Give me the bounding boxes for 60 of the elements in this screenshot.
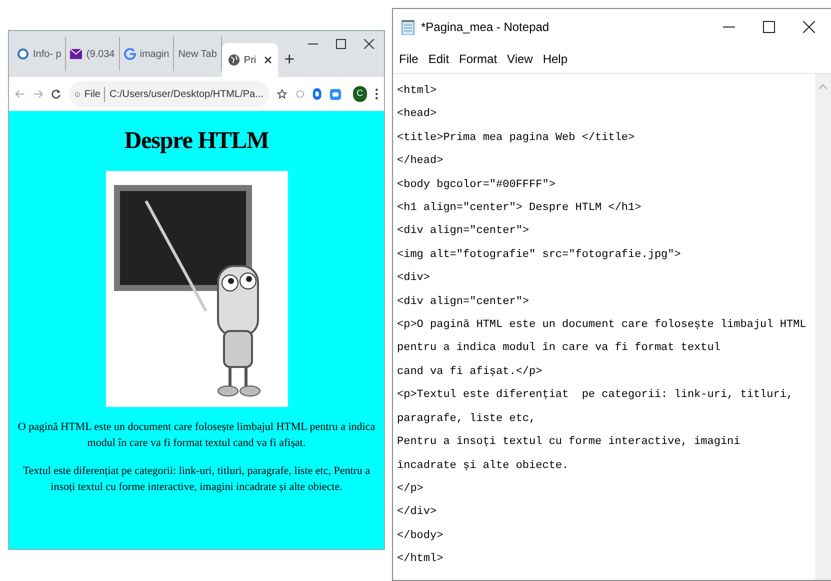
code-line: </p> (397, 482, 424, 497)
tab-title: New Tab (178, 48, 217, 62)
code-line: <head> (397, 107, 437, 122)
browser-tab[interactable]: Pri (222, 43, 278, 77)
scheme-label: File (84, 86, 106, 102)
browser-tab[interactable]: Info- p (13, 37, 66, 71)
menu-item[interactable]: File (399, 50, 418, 68)
profile-avatar[interactable]: C (353, 86, 367, 102)
browser-tab[interactable]: imagin (120, 37, 174, 71)
browser-tab[interactable]: (9.034 (66, 37, 120, 71)
tab-title: Info- p (33, 48, 62, 62)
menu-item[interactable]: Edit (428, 50, 450, 68)
close-icon[interactable] (364, 39, 374, 49)
window-title: *Pagina_mea - Notepad (421, 19, 550, 36)
code-line: încadrate și alte obiecte. (397, 458, 569, 474)
reload-icon[interactable] (51, 88, 62, 100)
code-line: </div> (397, 505, 437, 520)
google-icon (124, 48, 136, 60)
code-line: paragrafe, liste etc, (397, 412, 536, 427)
address-bar[interactable]: File C:/Users/user/Desktop/HTML/Pa... (69, 81, 270, 107)
notepad-icon (401, 19, 415, 35)
site-icon (17, 48, 29, 60)
close-icon[interactable] (803, 21, 815, 33)
more-menu-icon[interactable] (374, 87, 378, 101)
tab-title: Pri (244, 54, 256, 68)
menu-item[interactable]: View (507, 50, 533, 68)
extension-icon[interactable] (312, 87, 322, 101)
maximize-icon[interactable] (336, 39, 346, 49)
code-line: Pentru a însoți textul cu forme interactive, imagini (397, 435, 740, 450)
new-tab-button[interactable]: + (284, 50, 295, 68)
page-paragraph: O pagină HTML este un document care folosește limbajul HTML pentru a indica modul în care va fi format textul cand va fi afișat. (16, 420, 376, 451)
tab-title: (9.034 (86, 48, 115, 62)
globe-icon (228, 54, 240, 66)
code-line: <div> (397, 271, 430, 286)
code-line: cand va fi afișat.</p> (397, 364, 542, 380)
mail-icon (70, 49, 82, 59)
page-paragraph: Textul este diferențiat pe categorii: link-uri, titluri, paragrafe, liste etc, Pentru a insoți textul cu forme interactive, imagini incadrate și alte obiecte. (22, 464, 372, 495)
code-line: <body bgcolor="#00FFFF"> (397, 178, 556, 193)
close-icon[interactable] (264, 56, 272, 64)
code-line: <title>Prima mea pagina Web </title> (397, 130, 635, 146)
code-line: <div align="center"> (397, 294, 530, 310)
code-line: <p>O pagină HTML este un document care folosește limbajul HTML (397, 318, 806, 334)
url-text: C:/Users/user/Desktop/HTML/Pa... (109, 88, 264, 102)
menu-item[interactable]: Help (542, 50, 568, 68)
code-line: </html> (397, 552, 444, 568)
code-line: <img alt="fotografie" src="fotografie.jpg"> (397, 248, 681, 263)
video-camera-icon[interactable] (330, 88, 342, 100)
vertical-scrollbar[interactable] (815, 74, 831, 580)
code-line: pentru a indica modul în care va fi format textul (397, 341, 720, 356)
code-line: </head> (397, 154, 444, 170)
page-heading: Despre HTLM (124, 127, 269, 156)
menu-item[interactable]: Format (459, 50, 498, 68)
code-line: </body> (397, 528, 444, 544)
code-line: <p>Textul este diferențiat pe categorii: link-uri, titluri, (397, 388, 794, 404)
code-line: <div align="center"> (397, 224, 530, 240)
code-line: <h1 align="center"> Despre HTLM </h1> (397, 201, 642, 216)
tab-title: imagin (140, 48, 170, 62)
code-line: <html> (397, 84, 437, 99)
star-icon[interactable] (277, 88, 288, 100)
maximize-icon[interactable] (763, 21, 775, 33)
